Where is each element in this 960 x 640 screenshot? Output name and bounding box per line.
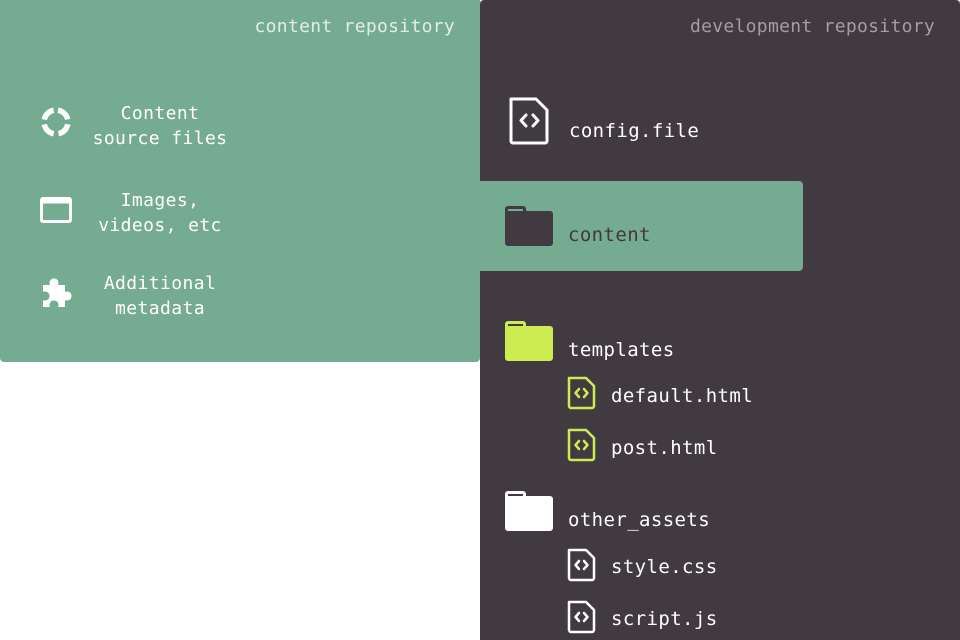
code-file-icon — [508, 96, 552, 150]
tree-item-label: config.file — [569, 120, 700, 142]
content-item-label: Images, videos, etc — [98, 190, 222, 236]
tree-item-other-assets-folder[interactable]: other_assets — [504, 490, 764, 540]
tree-item-label: default.html — [611, 385, 754, 407]
tree-item-style-css[interactable]: style.css — [567, 548, 807, 598]
code-file-icon — [567, 548, 597, 586]
code-file-icon — [567, 600, 597, 638]
tree-item-label: other_assets — [568, 509, 711, 531]
tree-item-script-js[interactable]: script.js — [567, 600, 807, 640]
tree-item-default-html[interactable]: default.html — [567, 376, 807, 426]
content-item-source-files: Content source files — [0, 100, 480, 160]
tree-item-label: style.css — [611, 556, 718, 578]
window-icon — [39, 193, 73, 227]
puzzle-piece-icon — [39, 276, 73, 310]
tree-item-label: content — [568, 224, 651, 246]
repository-diagram: content repository Content source files … — [0, 0, 960, 640]
content-repository-title: content repository — [254, 16, 455, 37]
tree-item-post-html[interactable]: post.html — [567, 428, 807, 478]
tree-item-config-file[interactable]: config.file — [508, 96, 768, 146]
tree-item-label: script.js — [611, 608, 718, 630]
circle-arc-icon — [39, 105, 73, 139]
folder-icon — [504, 490, 554, 536]
content-item-metadata: Additional metadata — [0, 271, 480, 331]
content-repository-panel: content repository Content source files … — [0, 0, 480, 362]
content-item-media: Images, videos, etc — [0, 188, 480, 248]
tree-item-label: post.html — [611, 437, 718, 459]
folder-icon — [504, 320, 554, 366]
folder-icon — [504, 205, 554, 251]
tree-item-label: templates — [568, 339, 675, 361]
content-item-label: Additional metadata — [103, 273, 217, 319]
tree-item-content-folder[interactable]: content — [504, 205, 764, 255]
content-item-label: Content source files — [92, 103, 228, 149]
code-file-icon — [567, 376, 597, 414]
code-file-icon — [567, 428, 597, 466]
development-repository-title: development repository — [689, 16, 935, 37]
tree-item-templates-folder[interactable]: templates — [504, 320, 764, 370]
